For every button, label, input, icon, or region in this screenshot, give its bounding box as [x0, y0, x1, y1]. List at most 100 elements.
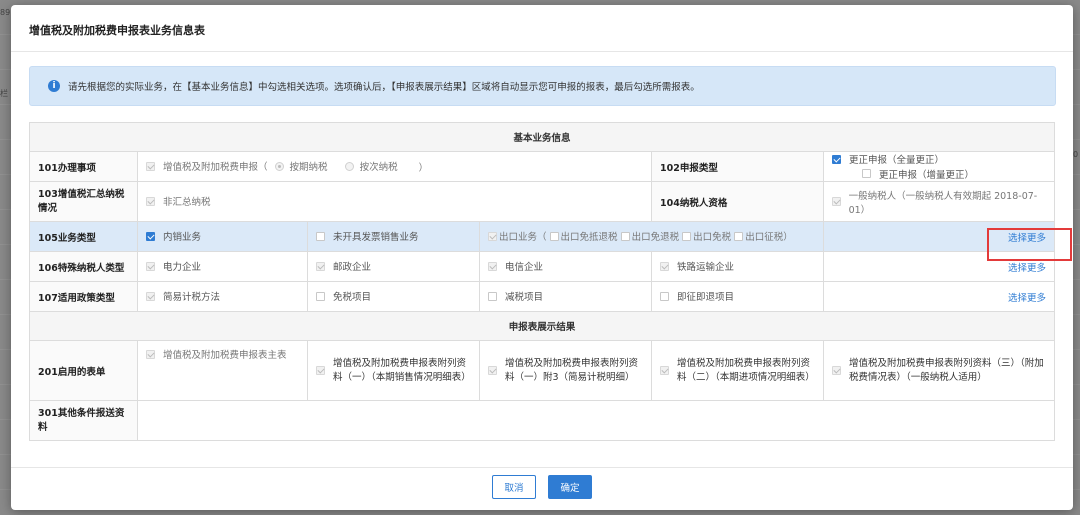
select-more-link-106[interactable]: 选择更多	[1008, 260, 1046, 274]
row-201-label: 201启用的表单	[29, 340, 138, 401]
row-106-opt3-cell: 电信企业	[479, 251, 652, 282]
edge-text-left: 89	[0, 8, 11, 17]
option-reduced-items[interactable]: 减税项目	[488, 289, 543, 303]
select-more-link-107[interactable]: 选择更多	[1008, 290, 1046, 304]
checkbox-reduced-items[interactable]	[488, 291, 497, 301]
option-immediate-refund[interactable]: 即征即退项目	[660, 289, 734, 303]
row-101-label: 101办理事项	[29, 151, 138, 182]
option-non-summary[interactable]: 非汇总纳税	[146, 194, 211, 208]
checkbox-main-form[interactable]	[146, 349, 155, 359]
checkbox-export[interactable]	[488, 231, 497, 241]
checkbox-non-summary[interactable]	[146, 196, 155, 206]
row-102-options: 更正申报（全量更正） 更正申报（增量更正）	[822, 151, 1056, 182]
business-info-table: 基本业务信息 101办理事项 增值税及附加税费申报（ 按期纳税 按次纳税 ） 1…	[28, 122, 1056, 441]
checkbox-immediate-refund[interactable]	[660, 291, 669, 301]
checkbox-export-taxed[interactable]	[734, 231, 744, 241]
row-103-options: 非汇总纳税	[137, 181, 652, 222]
option-schedule-2[interactable]: 增值税及附加税费申报表附列资料（二）（本期进项情况明细表）	[660, 357, 815, 385]
notice-text: 请先根据您的实际业务，在【基本业务信息】中勾选相关选项。选项确认后，【申报表展示…	[68, 82, 700, 93]
row-107-more-cell: 选择更多	[822, 281, 1056, 312]
row-201-opt1-cell: 增值税及附加税费申报表主表	[137, 340, 308, 401]
checkbox-schedule-1[interactable]	[316, 366, 325, 375]
notice-banner: i 请先根据您的实际业务，在【基本业务信息】中勾选相关选项。选项确认后，【申报表…	[29, 66, 1056, 106]
radio-per-time-icon[interactable]	[344, 161, 354, 171]
cancel-button[interactable]: 取消	[492, 475, 536, 499]
row-105-opt1-cell: 内销业务	[137, 221, 308, 252]
row-201-opt5-cell: 增值税及附加税费申报表附列资料（三）（附加税费情况表）（一般纳税人适用）	[822, 340, 1056, 401]
section-result-title: 申报表展示结果	[28, 311, 1056, 341]
radio-periodic-icon[interactable]	[274, 161, 284, 171]
paren-close: ）	[418, 162, 429, 174]
option-full-correction[interactable]: 更正申报（全量更正）	[832, 152, 944, 166]
checkbox-general-taxpayer[interactable]	[832, 197, 841, 206]
checkbox-incremental-correction[interactable]	[862, 169, 871, 178]
option-export-exempt[interactable]: 出口免税	[682, 229, 731, 243]
option-export-exempt-refund[interactable]: 出口免退税	[620, 229, 679, 243]
option-railway-enterprise[interactable]: 铁路运输企业	[660, 259, 734, 273]
option-power-enterprise[interactable]: 电力企业	[146, 259, 201, 273]
confirm-button[interactable]: 确定	[548, 475, 592, 499]
option-vat-declare[interactable]: 增值税及附加税费申报（	[146, 159, 268, 173]
edge-text-left-2: 栏	[0, 89, 8, 98]
checkbox-schedule-3[interactable]	[832, 366, 841, 375]
option-schedule-1-3[interactable]: 增值税及附加税费申报表附列资料（一）附3（简易计税明细）	[488, 357, 643, 385]
checkbox-schedule-2[interactable]	[660, 366, 669, 375]
row-106-label: 106特殊纳税人类型	[29, 251, 138, 282]
option-general-taxpayer[interactable]: 一般纳税人（一般纳税人有效期起 2018-07-01）	[832, 188, 1046, 216]
radio-per-time[interactable]: 按次纳税	[341, 159, 398, 173]
info-icon: i	[48, 80, 60, 92]
row-107-opt1-cell: 简易计税方法	[137, 281, 308, 312]
checkbox-full-correction[interactable]	[832, 154, 841, 164]
row-106-opt2-cell: 邮政企业	[307, 251, 480, 282]
option-telecom-enterprise[interactable]: 电信企业	[488, 259, 543, 273]
option-export[interactable]: 出口业务（	[488, 229, 547, 243]
row-201-opt2-cell: 增值税及附加税费申报表附列资料（一）（本期销售情况明细表）	[307, 340, 480, 401]
option-schedule-1[interactable]: 增值税及附加税费申报表附列资料（一）（本期销售情况明细表）	[316, 357, 471, 385]
option-schedule-3[interactable]: 增值税及附加税费申报表附列资料（三）（附加税费情况表）（一般纳税人适用）	[832, 357, 1046, 385]
edge-text-right: 0	[1073, 150, 1079, 159]
checkbox-no-invoice-sales[interactable]	[316, 231, 325, 241]
checkbox-vat-declare[interactable]	[146, 161, 155, 171]
row-107-opt4-cell: 即征即退项目	[651, 281, 824, 312]
option-simple-tax[interactable]: 简易计税方法	[146, 289, 220, 303]
row-301-label: 301其他条件报送资料	[29, 400, 138, 441]
checkbox-power-enterprise[interactable]	[146, 261, 155, 271]
checkbox-domestic-sales[interactable]	[146, 231, 155, 241]
row-104-label: 104纳税人资格	[651, 181, 824, 222]
row-102-label: 102申报类型	[651, 151, 824, 182]
option-incremental-correction[interactable]: 更正申报（增量更正）	[862, 167, 974, 181]
dialog-buttons: 取消 确定	[11, 475, 1073, 499]
row-107-label: 107适用政策类型	[29, 281, 138, 312]
option-no-invoice-sales[interactable]: 未开具发票销售业务	[316, 229, 419, 243]
highlight-select-more-box	[987, 228, 1072, 261]
row-104-options: 一般纳税人（一般纳税人有效期起 2018-07-01）	[822, 181, 1056, 222]
row-201-opt4-cell: 增值税及附加税费申报表附列资料（二）（本期进项情况明细表）	[651, 340, 824, 401]
option-export-exempt-offset[interactable]: 出口免抵退税	[549, 229, 618, 243]
checkbox-exempt-items[interactable]	[316, 291, 325, 301]
option-exempt-items[interactable]: 免税项目	[316, 289, 371, 303]
business-info-dialog: 增值税及附加税费申报表业务信息表 i 请先根据您的实际业务，在【基本业务信息】中…	[11, 5, 1073, 510]
checkbox-simple-tax[interactable]	[146, 291, 155, 301]
row-107-opt2-cell: 免税项目	[307, 281, 480, 312]
row-107-opt3-cell: 减税项目	[479, 281, 652, 312]
checkbox-export-exempt-refund[interactable]	[620, 231, 630, 241]
option-main-form[interactable]: 增值税及附加税费申报表主表	[146, 347, 287, 361]
row-101-options: 增值税及附加税费申报（ 按期纳税 按次纳税 ）	[137, 151, 652, 182]
row-105-label: 105业务类型	[29, 221, 138, 252]
checkbox-schedule-1-3[interactable]	[488, 366, 497, 375]
checkbox-postal-enterprise[interactable]	[316, 261, 325, 271]
dialog-title: 增值税及附加税费申报表业务信息表	[29, 24, 205, 37]
checkbox-telecom-enterprise[interactable]	[488, 261, 497, 271]
row-105-export-cell: 出口业务（ 出口免抵退税 出口免退税 出口免税 出口征税）	[479, 221, 824, 252]
footer-divider	[11, 467, 1073, 468]
checkbox-railway-enterprise[interactable]	[660, 261, 669, 271]
row-106-opt1-cell: 电力企业	[137, 251, 308, 282]
row-106-opt4-cell: 铁路运输企业	[651, 251, 824, 282]
checkbox-export-exempt-offset[interactable]	[549, 231, 559, 241]
option-export-taxed[interactable]: 出口征税）	[734, 229, 793, 243]
option-domestic-sales[interactable]: 内销业务	[146, 229, 201, 243]
radio-periodic[interactable]: 按期纳税	[271, 159, 328, 173]
option-postal-enterprise[interactable]: 邮政企业	[316, 259, 371, 273]
checkbox-export-exempt[interactable]	[682, 231, 692, 241]
row-105-opt2-cell: 未开具发票销售业务	[307, 221, 480, 252]
